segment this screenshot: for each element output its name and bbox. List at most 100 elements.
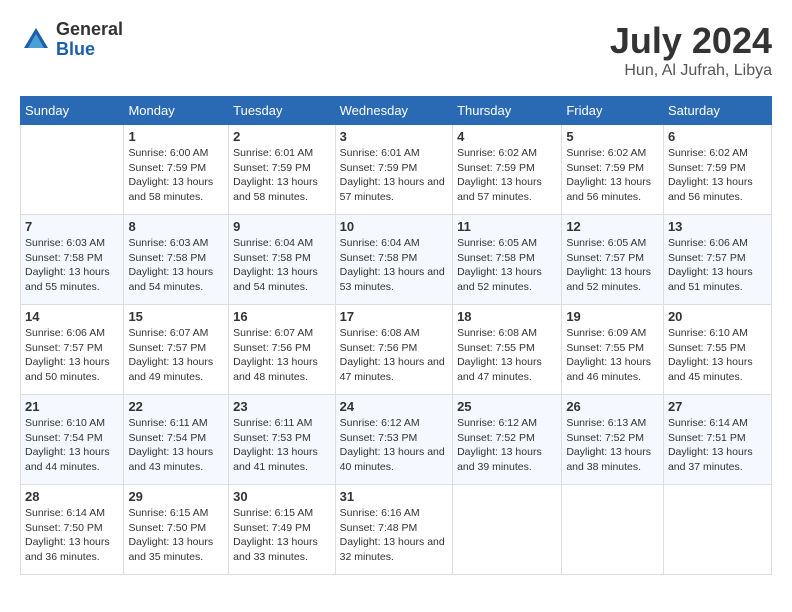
day-info: Sunrise: 6:06 AMSunset: 7:57 PMDaylight:… — [668, 236, 767, 295]
col-tuesday: Tuesday — [229, 97, 336, 125]
day-number: 9 — [233, 219, 331, 234]
day-info: Sunrise: 6:07 AMSunset: 7:56 PMDaylight:… — [233, 326, 331, 385]
logo-general-text: General — [56, 20, 123, 40]
day-info: Sunrise: 6:01 AMSunset: 7:59 PMDaylight:… — [233, 146, 331, 205]
col-wednesday: Wednesday — [335, 97, 452, 125]
calendar-cell: 22 Sunrise: 6:11 AMSunset: 7:54 PMDayligh… — [124, 395, 229, 485]
calendar-cell: 20 Sunrise: 6:10 AMSunset: 7:55 PMDayligh… — [663, 305, 771, 395]
day-info: Sunrise: 6:00 AMSunset: 7:59 PMDaylight:… — [128, 146, 224, 205]
day-number: 18 — [457, 309, 557, 324]
calendar-cell: 6Sunrise: 6:02 AMSunset: 7:59 PMDaylight… — [663, 125, 771, 215]
day-number: 26 — [566, 399, 659, 414]
calendar-cell: 1 Sunrise: 6:00 AMSunset: 7:59 PMDaylight… — [124, 125, 229, 215]
day-number: 20 — [668, 309, 767, 324]
calendar-cell: 5 Sunrise: 6:02 AMSunset: 7:59 PMDaylight… — [562, 125, 664, 215]
day-number: 21 — [25, 399, 119, 414]
day-info: Sunrise: 6:02 AMSunset: 7:59 PMDaylight:… — [457, 146, 557, 205]
day-info: Sunrise: 6:11 AMSunset: 7:53 PMDaylight:… — [233, 416, 331, 475]
day-info: Sunrise: 6:05 AMSunset: 7:57 PMDaylight:… — [566, 236, 659, 295]
day-info: Sunrise: 6:08 AMSunset: 7:55 PMDaylight:… — [457, 326, 557, 385]
day-number: 27 — [668, 399, 767, 414]
col-monday: Monday — [124, 97, 229, 125]
day-info: Sunrise: 6:07 AMSunset: 7:57 PMDaylight:… — [128, 326, 224, 385]
calendar-cell: 21 Sunrise: 6:10 AMSunset: 7:54 PMDayligh… — [21, 395, 124, 485]
calendar-cell: 7Sunrise: 6:03 AMSunset: 7:58 PMDaylight… — [21, 215, 124, 305]
calendar-cell: 11Sunrise: 6:05 AMSunset: 7:58 PMDayligh… — [453, 215, 562, 305]
day-number: 22 — [128, 399, 224, 414]
calendar-cell: 12 Sunrise: 6:05 AMSunset: 7:57 PMDayligh… — [562, 215, 664, 305]
day-number: 12 — [566, 219, 659, 234]
logo-icon — [20, 24, 52, 56]
calendar-table: Sunday Monday Tuesday Wednesday Thursday… — [20, 96, 772, 575]
calendar-cell: 24 Sunrise: 6:12 AMSunset: 7:53 PMDayligh… — [335, 395, 452, 485]
day-number: 6 — [668, 129, 767, 144]
day-info: Sunrise: 6:03 AMSunset: 7:58 PMDaylight:… — [128, 236, 224, 295]
day-info: Sunrise: 6:12 AMSunset: 7:52 PMDaylight:… — [457, 416, 557, 475]
calendar-cell — [21, 125, 124, 215]
day-info: Sunrise: 6:03 AMSunset: 7:58 PMDaylight:… — [25, 236, 119, 295]
location-subtitle: Hun, Al Jufrah, Libya — [610, 62, 772, 80]
calendar-cell: 27 Sunrise: 6:14 AMSunset: 7:51 PMDayligh… — [663, 395, 771, 485]
day-number: 14 — [25, 309, 119, 324]
day-info: Sunrise: 6:15 AMSunset: 7:49 PMDaylight:… — [233, 506, 331, 565]
calendar-week-row: 21 Sunrise: 6:10 AMSunset: 7:54 PMDayligh… — [21, 395, 772, 485]
day-info: Sunrise: 6:02 AMSunset: 7:59 PMDaylight:… — [566, 146, 659, 205]
calendar-cell: 28Sunrise: 6:14 AMSunset: 7:50 PMDayligh… — [21, 485, 124, 575]
day-number: 25 — [457, 399, 557, 414]
calendar-cell: 2Sunrise: 6:01 AMSunset: 7:59 PMDaylight… — [229, 125, 336, 215]
calendar-cell: 4 Sunrise: 6:02 AMSunset: 7:59 PMDaylight… — [453, 125, 562, 215]
day-number: 17 — [340, 309, 448, 324]
day-number: 24 — [340, 399, 448, 414]
calendar-cell: 15 Sunrise: 6:07 AMSunset: 7:57 PMDayligh… — [124, 305, 229, 395]
calendar-week-row: 1 Sunrise: 6:00 AMSunset: 7:59 PMDaylight… — [21, 125, 772, 215]
day-info: Sunrise: 6:08 AMSunset: 7:56 PMDaylight:… — [340, 326, 448, 385]
day-info: Sunrise: 6:06 AMSunset: 7:57 PMDaylight:… — [25, 326, 119, 385]
calendar-cell: 26Sunrise: 6:13 AMSunset: 7:52 PMDayligh… — [562, 395, 664, 485]
day-info: Sunrise: 6:14 AMSunset: 7:50 PMDaylight:… — [25, 506, 119, 565]
day-info: Sunrise: 6:10 AMSunset: 7:54 PMDaylight:… — [25, 416, 119, 475]
calendar-body: 1 Sunrise: 6:00 AMSunset: 7:59 PMDaylight… — [21, 125, 772, 575]
calendar-cell: 9 Sunrise: 6:04 AMSunset: 7:58 PMDaylight… — [229, 215, 336, 305]
calendar-week-row: 28Sunrise: 6:14 AMSunset: 7:50 PMDayligh… — [21, 485, 772, 575]
day-number: 15 — [128, 309, 224, 324]
calendar-cell — [562, 485, 664, 575]
day-number: 4 — [457, 129, 557, 144]
calendar-cell: 25 Sunrise: 6:12 AMSunset: 7:52 PMDayligh… — [453, 395, 562, 485]
day-info: Sunrise: 6:11 AMSunset: 7:54 PMDaylight:… — [128, 416, 224, 475]
day-number: 5 — [566, 129, 659, 144]
calendar-cell: 13 Sunrise: 6:06 AMSunset: 7:57 PMDayligh… — [663, 215, 771, 305]
day-info: Sunrise: 6:15 AMSunset: 7:50 PMDaylight:… — [128, 506, 224, 565]
col-saturday: Saturday — [663, 97, 771, 125]
day-number: 29 — [128, 489, 224, 504]
day-info: Sunrise: 6:10 AMSunset: 7:55 PMDaylight:… — [668, 326, 767, 385]
calendar-week-row: 7Sunrise: 6:03 AMSunset: 7:58 PMDaylight… — [21, 215, 772, 305]
page-header: General Blue July 2024 Hun, Al Jufrah, L… — [20, 20, 772, 80]
day-info: Sunrise: 6:04 AMSunset: 7:58 PMDaylight:… — [233, 236, 331, 295]
day-number: 13 — [668, 219, 767, 234]
calendar-cell: 18 Sunrise: 6:08 AMSunset: 7:55 PMDayligh… — [453, 305, 562, 395]
day-number: 31 — [340, 489, 448, 504]
day-info: Sunrise: 6:16 AMSunset: 7:48 PMDaylight:… — [340, 506, 448, 565]
calendar-week-row: 14 Sunrise: 6:06 AMSunset: 7:57 PMDayligh… — [21, 305, 772, 395]
day-info: Sunrise: 6:12 AMSunset: 7:53 PMDaylight:… — [340, 416, 448, 475]
logo-text: General Blue — [56, 20, 123, 60]
day-number: 1 — [128, 129, 224, 144]
day-number: 3 — [340, 129, 448, 144]
day-number: 19 — [566, 309, 659, 324]
day-number: 30 — [233, 489, 331, 504]
day-number: 23 — [233, 399, 331, 414]
calendar-cell: 30 Sunrise: 6:15 AMSunset: 7:49 PMDayligh… — [229, 485, 336, 575]
header-row: Sunday Monday Tuesday Wednesday Thursday… — [21, 97, 772, 125]
calendar-cell: 16 Sunrise: 6:07 AMSunset: 7:56 PMDayligh… — [229, 305, 336, 395]
calendar-cell: 10Sunrise: 6:04 AMSunset: 7:58 PMDayligh… — [335, 215, 452, 305]
month-year-title: July 2024 — [610, 20, 772, 62]
calendar-cell: 31 Sunrise: 6:16 AMSunset: 7:48 PMDayligh… — [335, 485, 452, 575]
day-info: Sunrise: 6:01 AMSunset: 7:59 PMDaylight:… — [340, 146, 448, 205]
logo-blue-text: Blue — [56, 40, 123, 60]
day-info: Sunrise: 6:14 AMSunset: 7:51 PMDaylight:… — [668, 416, 767, 475]
col-sunday: Sunday — [21, 97, 124, 125]
col-friday: Friday — [562, 97, 664, 125]
day-number: 16 — [233, 309, 331, 324]
calendar-cell: 8Sunrise: 6:03 AMSunset: 7:58 PMDaylight… — [124, 215, 229, 305]
calendar-cell: 23 Sunrise: 6:11 AMSunset: 7:53 PMDayligh… — [229, 395, 336, 485]
